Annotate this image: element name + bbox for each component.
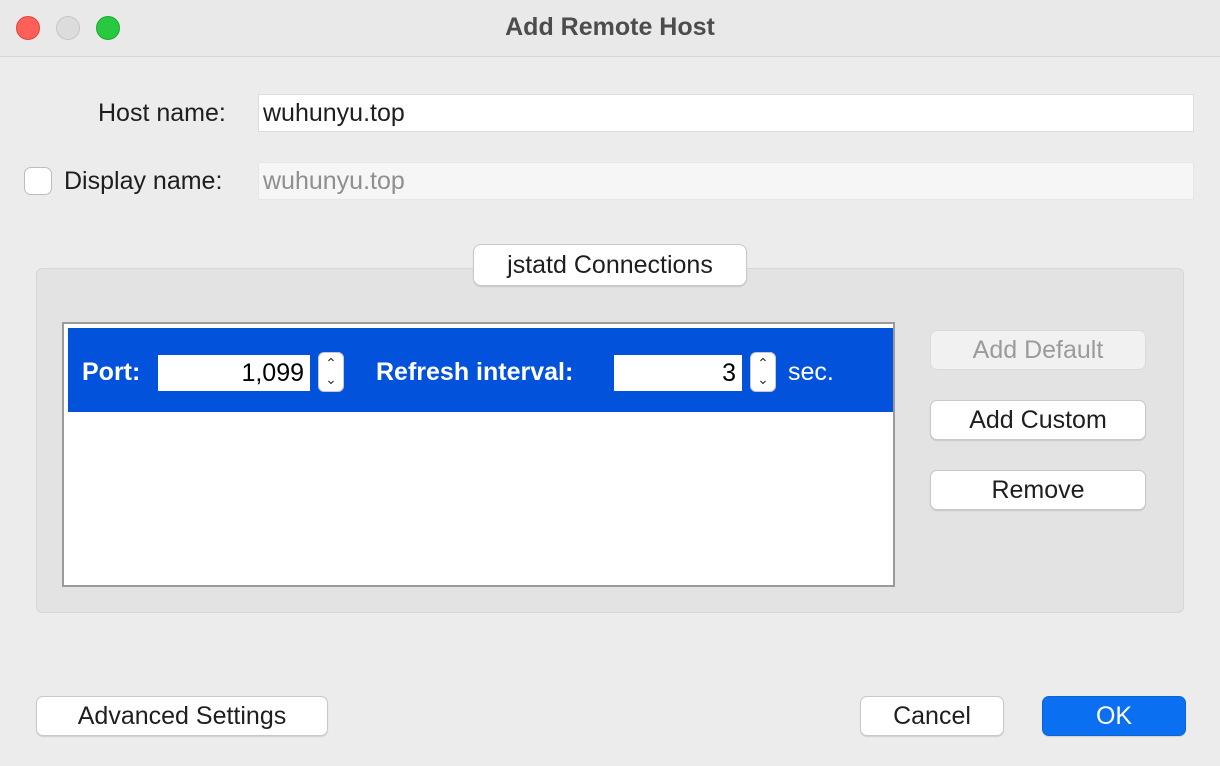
host-name-label: Host name: (98, 99, 226, 127)
port-input[interactable]: 1,099 (158, 355, 310, 391)
jstatd-connections-tab: jstatd Connections (473, 244, 747, 286)
add-default-button[interactable]: Add Default (930, 330, 1146, 370)
ok-button[interactable]: OK (1042, 696, 1186, 736)
add-custom-button[interactable]: Add Custom (930, 400, 1146, 440)
display-name-input[interactable]: wuhunyu.top (258, 162, 1194, 200)
cancel-button[interactable]: Cancel (860, 696, 1004, 736)
chevron-down-icon[interactable]: ⌄ (325, 372, 337, 388)
title-bar: Add Remote Host (0, 0, 1220, 57)
chevron-down-icon[interactable]: ⌄ (757, 372, 769, 388)
port-label: Port: (82, 358, 141, 386)
refresh-unit-label: sec. (788, 358, 834, 386)
chevron-up-icon[interactable]: ⌃ (757, 356, 769, 372)
remove-button[interactable]: Remove (930, 470, 1146, 510)
port-stepper[interactable]: ⌃ ⌄ (318, 352, 344, 392)
connections-list[interactable]: Port: 1,099 ⌃ ⌄ Refresh interval: 3 ⌃ ⌄ … (62, 322, 895, 587)
window-title: Add Remote Host (505, 13, 715, 41)
advanced-settings-button[interactable]: Advanced Settings (36, 696, 328, 736)
refresh-interval-label: Refresh interval: (376, 358, 574, 386)
display-name-label: Display name: (64, 167, 223, 195)
connection-row[interactable]: Port: 1,099 ⌃ ⌄ Refresh interval: 3 ⌃ ⌄ … (68, 328, 893, 412)
refresh-interval-stepper[interactable]: ⌃ ⌄ (750, 352, 776, 392)
host-name-input[interactable]: wuhunyu.top (258, 94, 1194, 132)
display-name-checkbox[interactable] (24, 167, 52, 195)
chevron-up-icon[interactable]: ⌃ (325, 356, 337, 372)
refresh-interval-input[interactable]: 3 (614, 355, 742, 391)
